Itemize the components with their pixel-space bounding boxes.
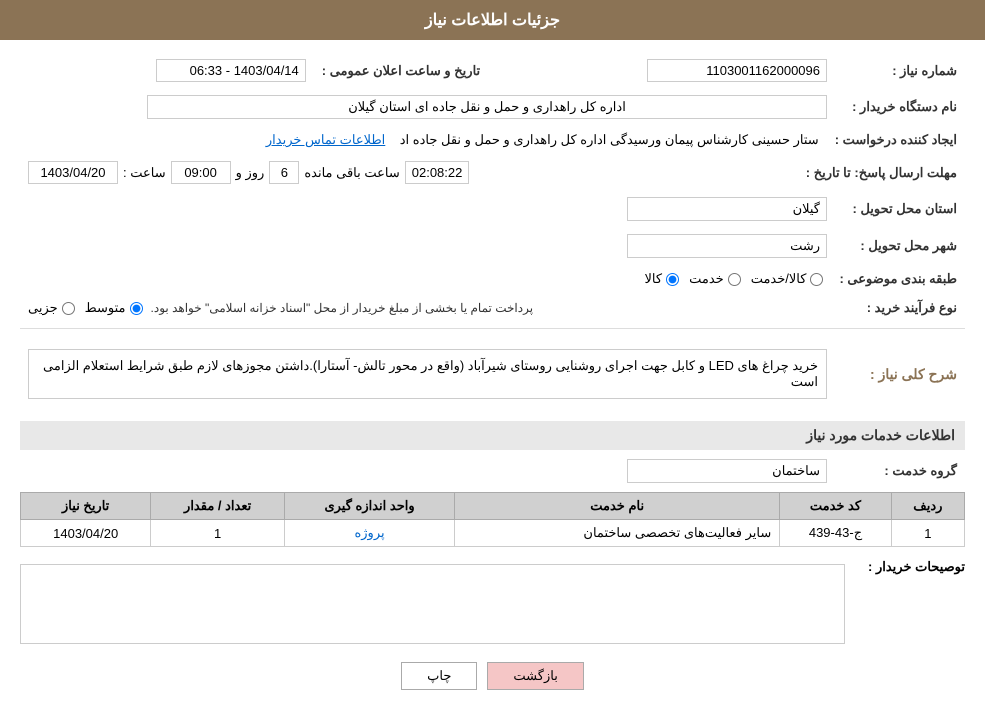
page-title: جزئیات اطلاعات نیاز: [425, 12, 560, 29]
services-section-title: اطلاعات خدمات مورد نیاز: [20, 421, 965, 450]
purchase-type-motavaset[interactable]: متوسط: [85, 300, 143, 316]
purchase-type-jozii[interactable]: جزیی: [28, 300, 75, 316]
category-option-kala[interactable]: کالا: [645, 271, 680, 287]
deadline-remaining-value: 02:08:22: [405, 161, 470, 184]
announcement-date-input[interactable]: 1403/04/14 - 06:33: [156, 59, 306, 82]
category-radio-kala[interactable]: [666, 273, 679, 286]
page-header: جزئیات اطلاعات نیاز: [0, 0, 985, 40]
back-button[interactable]: بازگشت: [487, 662, 583, 690]
service-group-value: ساختمان: [20, 455, 835, 487]
purchase-type-radio-group: متوسط جزیی: [28, 300, 143, 316]
info-table-city: شهر محل تحویل : رشت: [20, 230, 965, 262]
row-unit[interactable]: پروژه: [284, 520, 454, 547]
deadline-days-value: 6: [269, 161, 299, 184]
announcement-date-value: 1403/04/14 - 06:33: [20, 55, 314, 86]
row-date: 1403/04/20: [21, 520, 151, 547]
row-code: ج-43-439: [780, 520, 892, 547]
info-table-purchase-type: نوع فرآیند خرید : پرداخت تمام یا بخشی از…: [20, 296, 965, 320]
deadline-time-label: ساعت :: [123, 165, 166, 181]
need-number-label: شماره نیاز :: [835, 55, 965, 86]
category-option-khedmat[interactable]: خدمت: [689, 271, 741, 287]
category-label-khedmat: خدمت: [689, 271, 724, 287]
purchase-type-radio-motavaset[interactable]: [130, 302, 143, 315]
info-table-service-group: گروه خدمت : ساختمان: [20, 455, 965, 487]
deadline-date-value: 1403/04/20: [28, 161, 118, 184]
need-number-input[interactable]: 1103001162000096: [647, 59, 827, 82]
category-label: طبقه بندی موضوعی :: [831, 267, 965, 291]
category-radios: کالا/خدمت خدمت کالا: [20, 267, 831, 291]
info-table-deadline: مهلت ارسال پاسخ: تا تاریخ : 02:08:22 ساع…: [20, 157, 965, 188]
services-col-date: تاریخ نیاز: [21, 493, 151, 520]
need-desc-value: خرید چراغ های LED و کابل جهت اجرای روشنا…: [20, 337, 835, 411]
contact-link[interactable]: اطلاعات تماس خریدار: [266, 132, 385, 147]
category-label-kala: کالا: [645, 271, 663, 287]
creator-name: ستار حسینی کارشناس پیمان ورسیدگی اداره ک…: [400, 132, 819, 147]
province-label: استان محل تحویل :: [835, 193, 965, 225]
row-num: 1: [891, 520, 964, 547]
category-radio-group: کالا/خدمت خدمت کالا: [28, 271, 823, 287]
page-container: جزئیات اطلاعات نیاز شماره نیاز : 1103001…: [0, 0, 985, 715]
services-col-quantity: تعداد / مقدار: [151, 493, 285, 520]
table-row: 1 ج-43-439 سایر فعالیت‌های تخصصی ساختمان…: [21, 520, 965, 547]
buyer-desc-textarea[interactable]: [20, 564, 845, 644]
purchase-type-note: پرداخت تمام یا بخشی از مبلغ خریدار از مح…: [151, 301, 534, 315]
purchase-type-label-motavaset: متوسط: [85, 300, 126, 316]
buyer-desc-label: توصیحات خریدار :: [855, 559, 965, 575]
city-input[interactable]: رشت: [627, 234, 827, 258]
creator-value: ستار حسینی کارشناس پیمان ورسیدگی اداره ک…: [20, 128, 827, 152]
need-description-text: خرید چراغ های LED و کابل جهت اجرای روشنا…: [28, 349, 827, 399]
buyer-org-value: اداره کل راهداری و حمل و نقل جاده ای است…: [20, 91, 835, 123]
services-col-unit: واحد اندازه گیری: [284, 493, 454, 520]
deadline-remaining-label: ساعت باقی مانده: [304, 165, 399, 181]
city-value: رشت: [20, 230, 835, 262]
buyer-desc-row: توصیحات خریدار :: [20, 559, 965, 647]
category-label-kala-khedmat: کالا/خدمت: [751, 271, 807, 287]
row-quantity: 1: [151, 520, 285, 547]
province-value: گیلان: [20, 193, 835, 225]
info-table-need-desc: شرح کلی نیاز : خرید چراغ های LED و کابل …: [20, 337, 965, 411]
category-radio-khedmat[interactable]: [728, 273, 741, 286]
deadline-label: مهلت ارسال پاسخ: تا تاریخ :: [798, 157, 965, 188]
info-table-category: طبقه بندی موضوعی : کالا/خدمت خدمت: [20, 267, 965, 291]
announcement-date-label: تاریخ و ساعت اعلان عمومی :: [314, 55, 488, 86]
creator-label: ایجاد کننده درخواست :: [827, 128, 965, 152]
buyer-desc-container: [20, 559, 845, 647]
province-input[interactable]: گیلان: [627, 197, 827, 221]
deadline-days-label: روز و: [236, 165, 265, 181]
purchase-type-label-jozii: جزیی: [28, 300, 58, 316]
need-desc-label: شرح کلی نیاز :: [835, 337, 965, 411]
services-col-rownum: ردیف: [891, 493, 964, 520]
service-group-label: گروه خدمت :: [835, 455, 965, 487]
buttons-row: بازگشت چاپ: [20, 662, 965, 690]
info-table-creator: ایجاد کننده درخواست : ستار حسینی کارشناس…: [20, 128, 965, 152]
print-button[interactable]: چاپ: [401, 662, 477, 690]
need-number-value: 1103001162000096: [488, 55, 835, 86]
services-table: ردیف کد خدمت نام خدمت واحد اندازه گیری ت…: [20, 492, 965, 547]
row-name: سایر فعالیت‌های تخصصی ساختمان: [455, 520, 780, 547]
service-group-input[interactable]: ساختمان: [627, 459, 827, 483]
category-radio-kala-khedmat[interactable]: [810, 273, 823, 286]
category-option-kala-khedmat[interactable]: کالا/خدمت: [751, 271, 824, 287]
info-table-org: نام دستگاه خریدار : اداره کل راهداری و ح…: [20, 91, 965, 123]
info-table-top: شماره نیاز : 1103001162000096 تاریخ و سا…: [20, 55, 965, 86]
main-content: شماره نیاز : 1103001162000096 تاریخ و سا…: [0, 40, 985, 715]
divider-1: [20, 328, 965, 329]
services-col-code: کد خدمت: [780, 493, 892, 520]
purchase-type-values: پرداخت تمام یا بخشی از مبلغ خریدار از مح…: [20, 296, 835, 320]
buyer-org-label: نام دستگاه خریدار :: [835, 91, 965, 123]
deadline-time-value: 09:00: [171, 161, 231, 184]
city-label: شهر محل تحویل :: [835, 230, 965, 262]
services-col-name: نام خدمت: [455, 493, 780, 520]
purchase-type-label: نوع فرآیند خرید :: [835, 296, 965, 320]
buyer-org-input[interactable]: اداره کل راهداری و حمل و نقل جاده ای است…: [147, 95, 827, 119]
info-table-province: استان محل تحویل : گیلان: [20, 193, 965, 225]
deadline-values: 02:08:22 ساعت باقی مانده 6 روز و 09:00 س…: [20, 157, 798, 188]
purchase-type-radio-jozii[interactable]: [62, 302, 75, 315]
